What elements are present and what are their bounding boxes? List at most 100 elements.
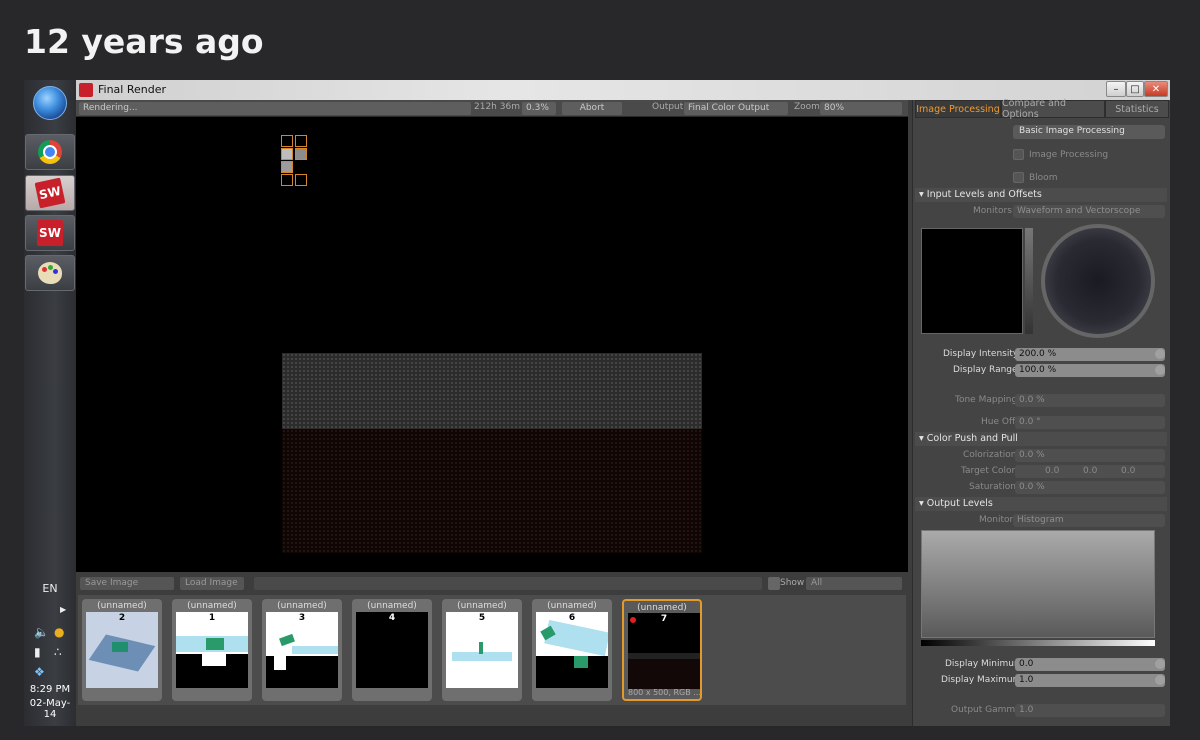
render-elapsed: 212h 36m [474,102,520,112]
maximize-button[interactable]: □ [1126,81,1144,97]
tab-statistics[interactable]: Statistics [1105,100,1169,118]
show-select[interactable]: All [806,577,902,590]
taskbar-solidworks-button-2[interactable]: SW [25,215,75,251]
display-range-field[interactable]: 100.0 % [1015,364,1165,377]
colorization-field[interactable]: 0.0 % [1015,449,1165,462]
save-image-button[interactable]: Save Image [80,577,174,590]
chevron-down-icon: ▾ [919,433,927,444]
render-bucket [281,148,293,160]
thumbnail-image: 6 [536,612,608,688]
minimize-button[interactable]: – [1106,81,1126,97]
power-icon[interactable]: ▮ [34,645,41,659]
image-processing-label: Image Processing [1029,150,1109,160]
output-gamma-label: Output Gamma [951,705,1021,715]
slider-handle[interactable] [768,577,780,590]
abort-button[interactable]: Abort [562,102,622,115]
saturation-field[interactable]: 0.0 % [1015,481,1165,494]
zoom-select[interactable]: 80% [820,102,902,115]
slider-knob-icon[interactable] [1155,349,1165,359]
target-color-label: Target Color [961,466,1016,476]
thumbnail-image: 3 [266,612,338,688]
thumbnail-number: 7 [660,614,668,624]
thumbnail-item-selected[interactable]: (unnamed) 7 800 x 500, RGB ... [622,599,702,701]
solidworks-icon: SW [37,220,63,246]
slider-knob-icon[interactable] [1155,659,1165,669]
dropbox-icon[interactable]: ❖ [34,665,45,679]
render-bucket [281,174,293,186]
thumbnail-image: 1 [176,612,248,688]
tray-expand-icon[interactable]: ▶ [60,605,66,614]
load-image-button[interactable]: Load Image [180,577,244,590]
thumbnail-name: (unnamed) [97,601,147,611]
slider-knob-icon[interactable] [1155,675,1165,685]
display-minimum-field[interactable]: 0.0 [1015,658,1165,671]
output-levels-section[interactable]: ▾ Output Levels [915,497,1167,511]
render-history-strip: (unnamed) 2 (unnamed) 1 (unnamed) 3 (unn… [78,595,906,705]
language-indicator[interactable]: EN [24,582,76,595]
thumbnail-item[interactable]: (unnamed) 2 [82,599,162,701]
render-bucket [295,135,307,147]
thumbnail-item[interactable]: (unnamed) 4 [352,599,432,701]
slider-knob-icon[interactable] [1155,365,1165,375]
display-intensity-field[interactable]: 200.0 % [1015,348,1165,361]
display-maximum-label: Display Maximum [941,675,1022,685]
target-color-b[interactable]: 0.0 [1121,466,1135,476]
monitor-label: Monitor [979,515,1014,525]
network-signal-icon[interactable]: ∴ [54,645,62,659]
tab-compare-and-options[interactable]: Compare and Options [1001,98,1105,120]
thumbnail-name: (unnamed) [637,603,687,613]
display-minimum-label: Display Minimum [945,659,1023,669]
render-bucket [281,161,293,173]
bloom-label: Bloom [1029,173,1058,183]
thumbnail-name: (unnamed) [547,601,597,611]
target-color-g[interactable]: 0.0 [1083,466,1097,476]
bloom-checkbox[interactable] [1013,172,1024,183]
display-maximum-field[interactable]: 1.0 [1015,674,1165,687]
thumbnail-item[interactable]: (unnamed) 6 [532,599,612,701]
window-titlebar[interactable]: Final Render – □ ✕ [76,80,1170,100]
monitors-select[interactable]: Waveform and Vectorscope [1013,205,1165,218]
color-push-pull-section[interactable]: ▾ Color Push and Pull [915,432,1167,446]
monitor-select[interactable]: Histogram [1013,514,1165,527]
display-intensity-label: Display Intensity [943,349,1019,359]
render-viewport[interactable] [76,117,908,572]
target-color-r[interactable]: 0.0 [1045,466,1059,476]
vectorscope-monitor [1041,224,1155,338]
output-select[interactable]: Final Color Output [684,102,788,115]
clock-time[interactable]: 8:29 PM [24,684,76,695]
thumbnail-image: 2 [86,612,158,688]
input-levels-section[interactable]: ▾ Input Levels and Offsets [915,188,1167,202]
page-title: 12 years ago [24,22,264,61]
thumbnail-item[interactable]: (unnamed) 5 [442,599,522,701]
thumbnail-image: 7 [628,613,700,689]
thumbnail-number: 6 [568,613,576,623]
close-button[interactable]: ✕ [1144,81,1168,97]
basic-image-processing-button[interactable]: Basic Image Processing [1013,125,1165,139]
taskbar-paint-button[interactable] [25,255,75,291]
thumbnail-item[interactable]: (unnamed) 1 [172,599,252,701]
tray-app-icon[interactable]: ● [54,625,64,639]
solidworks-icon: SW [34,177,66,209]
tab-image-processing[interactable]: Image Processing [915,100,1001,118]
taskbar-chrome-button[interactable] [25,134,75,170]
output-label: Output [652,102,684,112]
volume-icon[interactable]: 🔈 [34,625,49,639]
waveform-monitor [921,228,1023,334]
display-range-label: Display Range [953,365,1018,375]
partial-render-region [282,353,702,553]
clock-date[interactable]: 02-May-14 [24,698,76,720]
thumbnail-caption: 800 x 500, RGB ... [628,688,700,697]
image-processing-checkbox[interactable] [1013,149,1024,160]
thumbnail-item[interactable]: (unnamed) 3 [262,599,342,701]
tone-mapping-field[interactable]: 0.0 % [1015,394,1165,407]
windows-start-icon[interactable] [33,86,67,120]
image-slider[interactable] [254,577,762,590]
output-gamma-field[interactable]: 1.0 [1015,704,1165,717]
taskbar-solidworks-button-1[interactable]: SW [25,175,75,211]
render-bucket [295,148,307,160]
hue-offset-field[interactable]: 0.0 ° [1015,416,1165,429]
waveform-scale [1025,228,1033,334]
histogram-monitor [921,530,1155,638]
thumbnail-number: 5 [478,613,486,623]
thumbnail-image: 4 [356,612,428,688]
